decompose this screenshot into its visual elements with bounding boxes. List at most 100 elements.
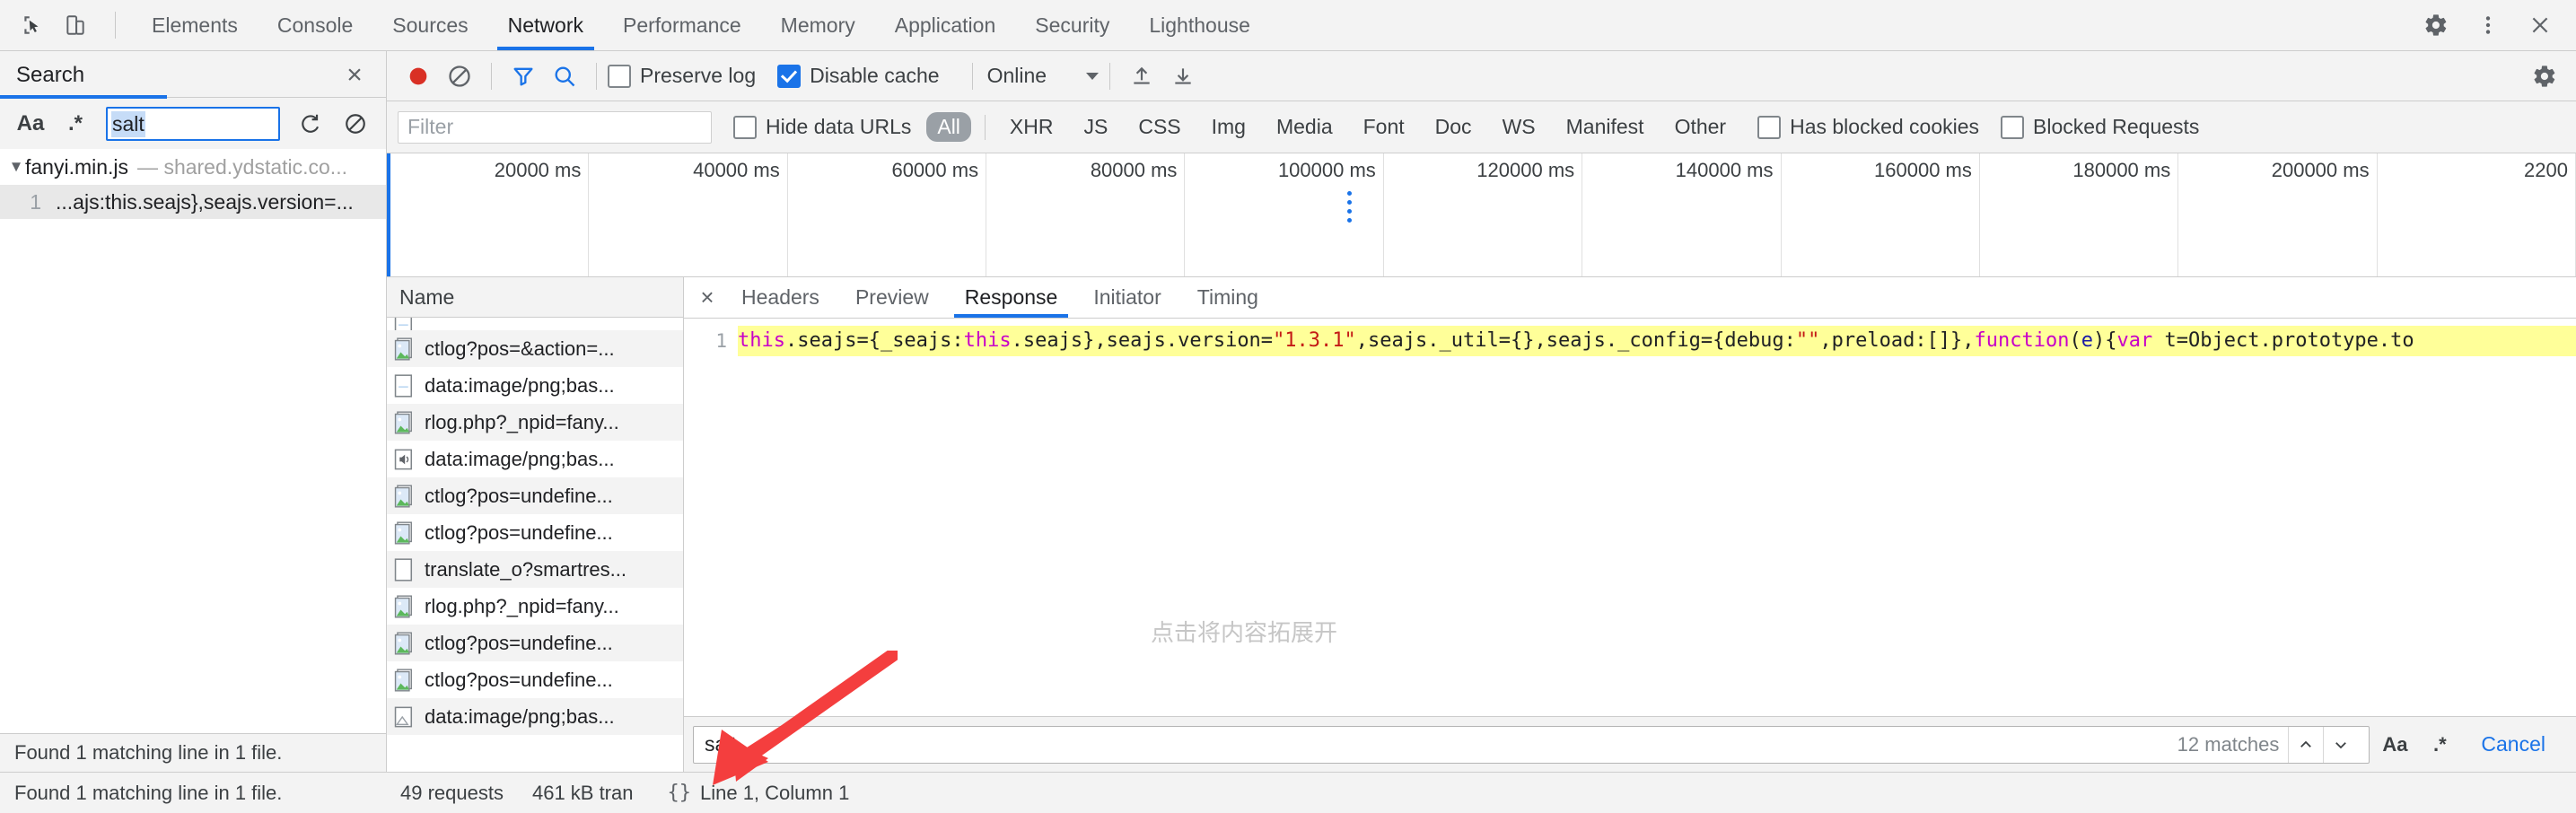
close-icon[interactable] bbox=[2520, 5, 2560, 45]
network-toolbar: Preserve log Disable cache Online bbox=[387, 51, 2576, 101]
tab-preview[interactable]: Preview bbox=[837, 277, 947, 318]
has-blocked-cookies-checkbox[interactable]: Has blocked cookies bbox=[1757, 115, 1995, 139]
search-input[interactable]: salt bbox=[106, 107, 280, 141]
chevron-up-icon[interactable] bbox=[2288, 726, 2323, 763]
filter-type-ws[interactable]: WS bbox=[1492, 112, 1546, 142]
pretty-print-icon[interactable]: {} bbox=[647, 782, 700, 804]
tab-lighthouse[interactable]: Lighthouse bbox=[1129, 0, 1270, 50]
table-row[interactable]: data:image/png;bas... bbox=[387, 367, 683, 404]
code-content[interactable]: this.seajs={_seajs:this.seajs},seajs.ver… bbox=[738, 326, 2576, 356]
code-token: "" bbox=[1795, 329, 1820, 352]
table-row[interactable]: ctlog?pos=&action=... bbox=[387, 330, 683, 367]
kebab-menu-icon[interactable] bbox=[2468, 5, 2508, 45]
search-result-line[interactable]: 1 ...ajs:this.seajs},seajs.version=... bbox=[0, 185, 386, 219]
search-panel-header: Search × bbox=[0, 51, 386, 99]
table-row[interactable]: ctlog?pos=undefine... bbox=[387, 661, 683, 698]
filter-type-img[interactable]: Img bbox=[1201, 112, 1257, 142]
request-name: data:image/png;bas... bbox=[425, 447, 615, 470]
tab-sources[interactable]: Sources bbox=[372, 0, 487, 50]
record-button-icon[interactable] bbox=[398, 56, 439, 97]
filter-input[interactable]: Filter bbox=[398, 110, 712, 144]
tab-network[interactable]: Network bbox=[488, 0, 603, 50]
tab-performance[interactable]: Performance bbox=[603, 0, 761, 50]
disable-cache-checkbox[interactable]: Disable cache bbox=[777, 64, 955, 88]
tab-label: Lighthouse bbox=[1149, 13, 1250, 37]
filter-type-other[interactable]: Other bbox=[1664, 112, 1738, 142]
tab-label: Security bbox=[1035, 13, 1110, 37]
tab-initiator[interactable]: Initiator bbox=[1075, 277, 1178, 318]
devtools-body: Search × Aa .* salt ▼ fanyi.min.js — sha… bbox=[0, 51, 2576, 772]
table-row[interactable]: ctlog?pos=undefine... bbox=[387, 625, 683, 661]
filter-type-js[interactable]: JS bbox=[1073, 112, 1118, 142]
close-icon[interactable]: × bbox=[691, 282, 723, 314]
gear-icon[interactable] bbox=[2416, 5, 2456, 45]
import-har-icon[interactable] bbox=[1121, 56, 1162, 97]
filter-divider bbox=[984, 114, 986, 140]
has-blocked-cookies-label: Has blocked cookies bbox=[1790, 115, 1980, 138]
tab-memory[interactable]: Memory bbox=[761, 0, 875, 50]
tab-application[interactable]: Application bbox=[875, 0, 1016, 50]
filter-type-doc[interactable]: Doc bbox=[1424, 112, 1483, 142]
match-case-icon[interactable]: Aa bbox=[2375, 727, 2414, 763]
chevron-down-icon[interactable] bbox=[2323, 726, 2358, 763]
match-case-icon[interactable]: Aa bbox=[11, 106, 50, 142]
export-har-icon[interactable] bbox=[1162, 56, 1204, 97]
overview-tick: 140000 ms bbox=[1582, 153, 1782, 276]
clear-icon[interactable] bbox=[336, 106, 375, 142]
filter-type-media[interactable]: Media bbox=[1266, 112, 1344, 142]
network-content: Name ctlog?pos=&action=... data:image/pn… bbox=[387, 277, 2576, 772]
request-name: data:image/png;bas... bbox=[425, 373, 615, 397]
table-row[interactable]: data:image/png;bas... bbox=[387, 441, 683, 477]
tab-label: Console bbox=[276, 13, 354, 37]
table-row[interactable]: rlog.php?_npid=fany... bbox=[387, 588, 683, 625]
table-row[interactable]: translate_o?smartres... bbox=[387, 551, 683, 588]
throttling-select[interactable]: Online bbox=[987, 64, 1100, 88]
tab-label: Elements bbox=[152, 13, 238, 37]
table-row[interactable]: ctlog?pos=undefine... bbox=[387, 477, 683, 514]
filter-type-xhr[interactable]: XHR bbox=[999, 112, 1065, 142]
inspect-cursor-icon[interactable] bbox=[13, 5, 52, 45]
checkbox-box bbox=[608, 64, 631, 88]
request-list-header[interactable]: Name bbox=[387, 277, 683, 318]
tab-security[interactable]: Security bbox=[1015, 0, 1129, 50]
close-icon[interactable]: × bbox=[339, 60, 370, 91]
request-name: ctlog?pos=undefine... bbox=[425, 668, 613, 691]
request-name: rlog.php?_npid=fany... bbox=[425, 410, 619, 433]
table-row[interactable] bbox=[387, 318, 683, 330]
refresh-icon[interactable] bbox=[291, 106, 330, 142]
regex-icon[interactable]: .* bbox=[56, 106, 95, 142]
preserve-log-checkbox[interactable]: Preserve log bbox=[608, 64, 772, 88]
tick-label: 200000 ms bbox=[2271, 159, 2370, 181]
tab-headers[interactable]: Headers bbox=[723, 277, 837, 318]
filter-type-manifest[interactable]: Manifest bbox=[1555, 112, 1655, 142]
result-file-host: shared.ydstatic.co... bbox=[163, 154, 347, 179]
response-body-viewer[interactable]: 1 this.seajs={_seajs:this.seajs},seajs.v… bbox=[684, 319, 2576, 716]
search-result-file[interactable]: ▼ fanyi.min.js — shared.ydstatic.co... bbox=[0, 149, 386, 185]
table-row[interactable]: data:image/png;bas... bbox=[387, 698, 683, 735]
table-row[interactable]: ctlog?pos=undefine... bbox=[387, 514, 683, 551]
table-row[interactable]: rlog.php?_npid=fany... bbox=[387, 404, 683, 441]
filter-type-all[interactable]: All bbox=[926, 112, 971, 142]
network-overview-timeline[interactable]: 20000 ms 40000 ms 60000 ms 80000 ms 1000… bbox=[387, 153, 2576, 277]
find-input[interactable]: salt 12 matches bbox=[693, 725, 2370, 764]
filter-funnel-icon[interactable] bbox=[503, 56, 544, 97]
request-name: ctlog?pos=undefine... bbox=[425, 520, 613, 544]
cancel-button[interactable]: Cancel bbox=[2459, 732, 2567, 756]
device-toolbar-icon[interactable] bbox=[56, 5, 95, 45]
code-token: function bbox=[1974, 329, 2070, 352]
blank-file-icon bbox=[394, 318, 414, 330]
code-token: ,preload:[]}, bbox=[1819, 329, 1975, 352]
gear-icon[interactable] bbox=[2524, 56, 2565, 97]
tab-console[interactable]: Console bbox=[258, 0, 372, 50]
filter-type-font[interactable]: Font bbox=[1353, 112, 1415, 142]
clear-requests-icon[interactable] bbox=[439, 56, 480, 97]
tab-response[interactable]: Response bbox=[947, 277, 1076, 318]
tab-timing[interactable]: Timing bbox=[1179, 277, 1276, 318]
search-icon[interactable] bbox=[544, 56, 585, 97]
chevron-down-icon[interactable]: ▼ bbox=[7, 158, 25, 176]
blocked-requests-checkbox[interactable]: Blocked Requests bbox=[2001, 115, 2215, 139]
hide-data-urls-checkbox[interactable]: Hide data URLs bbox=[733, 115, 916, 139]
filter-type-css[interactable]: CSS bbox=[1127, 112, 1191, 142]
tab-elements[interactable]: Elements bbox=[132, 0, 258, 50]
regex-icon[interactable]: .* bbox=[2420, 727, 2459, 763]
